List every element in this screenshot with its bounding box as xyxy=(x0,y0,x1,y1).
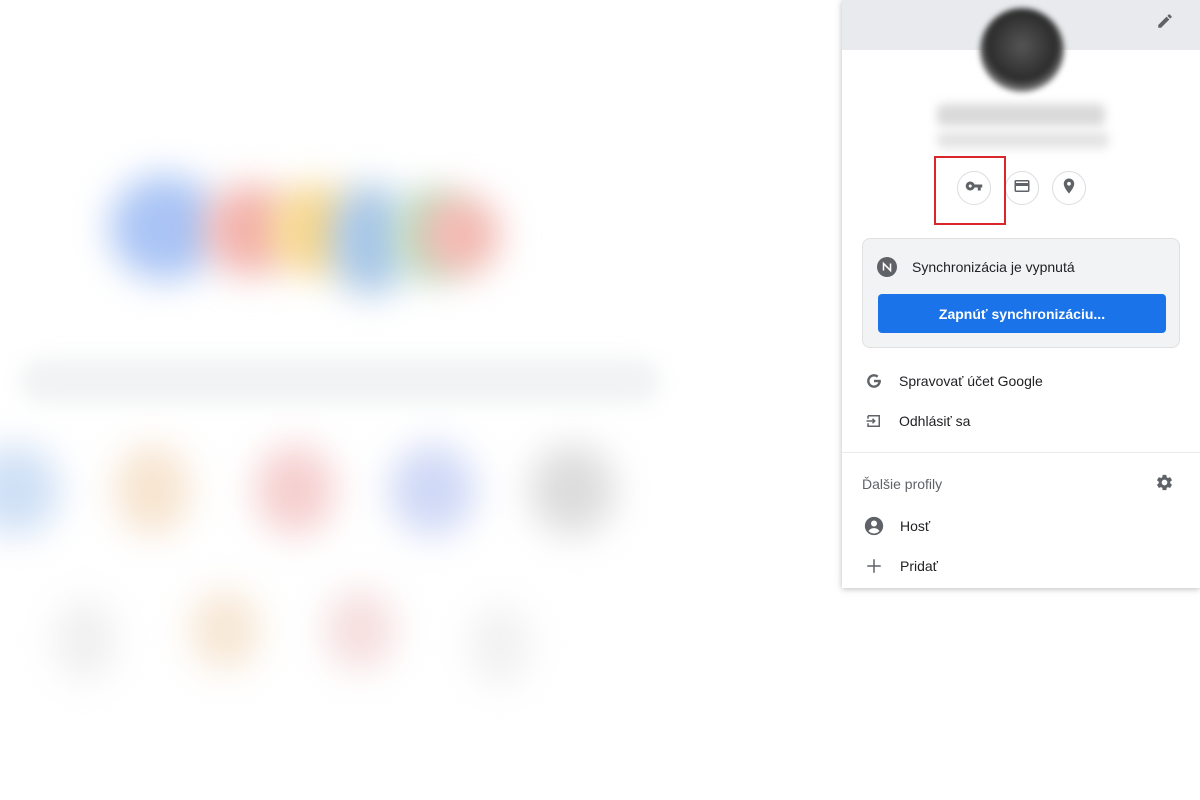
sync-status: Synchronizácia je vypnutá xyxy=(877,257,1075,277)
blurred-logo-part xyxy=(420,195,500,275)
location-pin-icon xyxy=(1060,177,1078,200)
gear-icon xyxy=(1155,473,1174,497)
sync-card: Synchronizácia je vypnutá Zapnúť synchro… xyxy=(862,238,1180,348)
profile-menu: Synchronizácia je vypnutá Zapnúť synchro… xyxy=(842,0,1200,588)
guest-profile-label: Hosť xyxy=(900,518,931,534)
sync-status-text: Synchronizácia je vypnutá xyxy=(912,259,1075,275)
blurred-shortcut-tile xyxy=(390,445,475,535)
google-g-icon xyxy=(864,371,884,391)
plus-icon xyxy=(864,556,884,576)
blurred-shortcut-tile xyxy=(470,605,530,685)
sign-out-label: Odhlásiť sa xyxy=(899,413,971,429)
edit-profile-button[interactable] xyxy=(1152,10,1178,36)
divider xyxy=(842,452,1200,453)
turn-on-sync-button[interactable]: Zapnúť synchronizáciu... xyxy=(878,294,1166,333)
guest-profile-item[interactable]: Hosť xyxy=(842,506,1200,546)
blurred-shortcut-tile xyxy=(115,445,190,535)
blurred-shortcut-tile xyxy=(530,445,615,535)
add-profile-label: Pridať xyxy=(900,558,938,574)
sign-out-item[interactable]: Odhlásiť sa xyxy=(842,401,1200,441)
blurred-shortcut-tile xyxy=(55,600,115,680)
credit-card-icon xyxy=(1013,177,1031,200)
other-profiles-title: Ďalšie profily xyxy=(862,476,943,492)
add-profile-item[interactable]: Pridať xyxy=(842,546,1200,586)
manage-profiles-button[interactable] xyxy=(1153,474,1175,496)
blurred-shortcut-tile xyxy=(325,590,395,670)
blurred-shortcut-tile xyxy=(0,445,60,535)
sign-out-icon xyxy=(864,411,884,431)
manage-google-account-item[interactable]: Spravovať účet Google xyxy=(842,361,1200,401)
blurred-search-bar xyxy=(20,358,660,404)
blurred-shortcut-tile xyxy=(190,590,260,670)
account-circle-icon xyxy=(864,516,884,536)
payment-methods-button[interactable] xyxy=(1005,171,1039,205)
manage-google-account-label: Spravovať účet Google xyxy=(899,373,1043,389)
key-icon xyxy=(965,177,983,200)
pencil-icon xyxy=(1156,12,1174,35)
blurred-profile-name xyxy=(937,104,1105,126)
blurred-logo-part xyxy=(110,175,220,280)
addresses-button[interactable] xyxy=(1052,171,1086,205)
passwords-button[interactable] xyxy=(957,171,991,205)
blurred-profile-email xyxy=(937,132,1109,148)
avatar xyxy=(980,8,1064,92)
blurred-shortcut-tile xyxy=(255,445,335,535)
sync-off-icon xyxy=(877,257,897,277)
blurred-new-tab-page xyxy=(0,0,840,800)
